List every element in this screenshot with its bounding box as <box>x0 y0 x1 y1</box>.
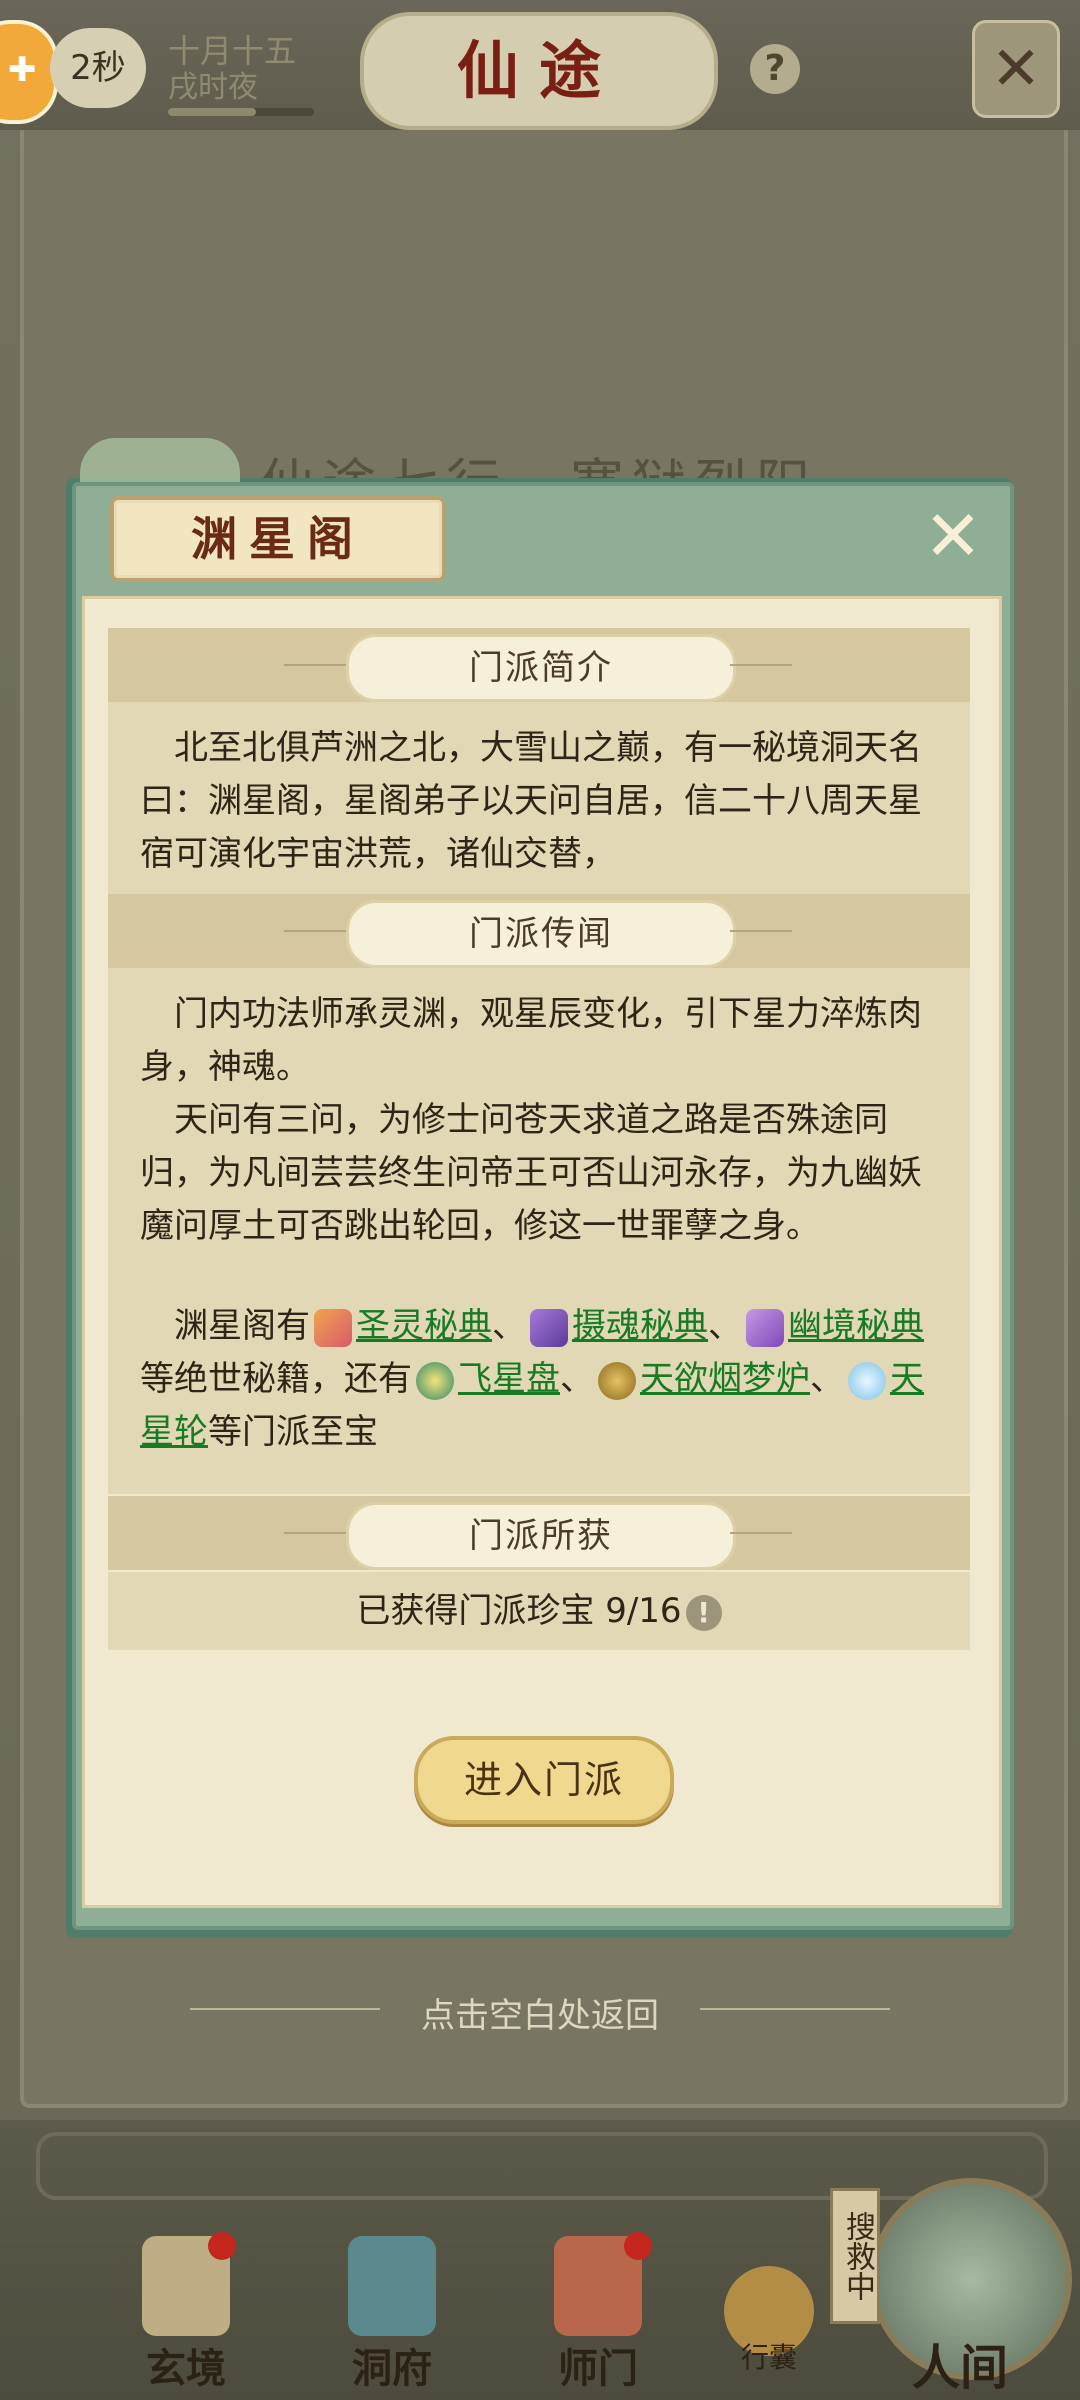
time-text: 戌时夜 <box>168 70 258 105</box>
modal-title-plate: 渊星阁 <box>110 496 446 582</box>
modal-title: 渊星阁 <box>191 512 365 566</box>
book-icon <box>530 1308 568 1347</box>
enter-sect-button[interactable]: 进入门派 <box>414 1736 674 1824</box>
lore-paragraph-1: 门内功法师承灵渊，观星辰变化，引下星力淬炼肉身，神魂。 <box>140 994 922 1087</box>
world-label: 人间 <box>911 2340 1008 2396</box>
separator: 、 <box>560 1359 594 1399</box>
divider-line <box>730 1532 792 1534</box>
separator: 、 <box>810 1359 844 1399</box>
lore-text: 渊星阁有 <box>174 1306 310 1346</box>
treasure-link[interactable]: 摄魂秘典 <box>572 1306 708 1346</box>
enter-sect-label: 进入门派 <box>463 1758 624 1802</box>
section-header-intro: 门派简介 <box>108 628 970 702</box>
section-title: 门派传闻 <box>469 914 613 954</box>
time-progress-bar <box>168 108 314 116</box>
top-close-button[interactable]: ✕ <box>972 20 1060 118</box>
close-icon: ✕ <box>990 34 1042 104</box>
bag-button[interactable]: 行囊 <box>716 2266 822 2396</box>
help-button[interactable]: ? <box>750 44 800 94</box>
world-button[interactable]: 搜救中 人间 <box>830 2168 1072 2400</box>
gamepad-icon: ✚ <box>8 50 37 90</box>
treasure-link[interactable]: 圣灵秘典 <box>356 1306 492 1346</box>
pavilion-icon <box>348 2236 436 2336</box>
separator: 、 <box>492 1306 526 1346</box>
nav-item-xuanjing[interactable]: 玄境 <box>116 2232 256 2400</box>
star-disc-icon <box>416 1361 454 1400</box>
lore-paragraph-2: 天问有三问，为修士问苍天求道之路是否殊途同归，为凡间芸芸终生问帝王可否山河永存，… <box>140 1100 922 1246</box>
divider-line <box>284 664 346 666</box>
treasure-link[interactable]: 飞星盘 <box>458 1359 560 1399</box>
close-icon: ✕ <box>923 495 983 577</box>
divider-line <box>730 930 792 932</box>
section-header-lore: 门派传闻 <box>108 894 970 968</box>
divider-line <box>284 1532 346 1534</box>
divider-line <box>700 2008 890 2010</box>
divider-line <box>730 664 792 666</box>
treasure-count: 已获得门派珍宝 9/16! <box>108 1572 970 1650</box>
lore-text: 等绝世秘籍，还有 <box>140 1359 412 1399</box>
page-title: 仙途 <box>456 34 621 107</box>
notification-badge <box>624 2232 652 2260</box>
nav-label: 师门 <box>558 2345 638 2392</box>
nav-item-dongfu[interactable]: 洞府 <box>322 2236 462 2400</box>
section-pill: 门派简介 <box>346 634 736 702</box>
treasure-count-text: 已获得门派珍宝 9/16 <box>356 1591 682 1631</box>
info-icon[interactable]: ! <box>685 1594 722 1631</box>
nav-item-shimen[interactable]: 师门 <box>528 2232 668 2400</box>
scroll-icon <box>314 1308 352 1347</box>
lore-text: 等门派至宝 <box>208 1412 378 1452</box>
tap-blank-to-return-hint[interactable]: 点击空白处返回 <box>0 1988 1080 2037</box>
timer-badge: 2秒 <box>50 28 146 108</box>
section-title: 门派简介 <box>469 648 613 688</box>
section-title: 门派所获 <box>469 1516 613 1556</box>
rescue-status-tag: 搜救中 <box>830 2188 880 2324</box>
separator: 、 <box>708 1306 742 1346</box>
intro-text: 北至北俱芦洲之北，大雪山之巅，有一秘境洞天名曰：渊星阁，星阁弟子以天问自居，信二… <box>140 728 922 874</box>
section-pill: 门派传闻 <box>346 900 736 968</box>
modal-close-button[interactable]: ✕ <box>908 496 998 576</box>
section-pill: 门派所获 <box>346 1502 736 1570</box>
time-progress-fill <box>168 108 256 116</box>
bag-label: 行囊 <box>740 2341 797 2374</box>
nav-label: 洞府 <box>352 2345 432 2392</box>
treasure-link[interactable]: 天欲烟梦炉 <box>640 1359 810 1399</box>
nav-label: 玄境 <box>146 2345 226 2392</box>
divider-line <box>284 930 346 932</box>
censer-icon <box>598 1361 636 1400</box>
treasure-link[interactable]: 幽境秘典 <box>788 1306 924 1346</box>
notification-badge <box>208 2232 236 2260</box>
tome-icon <box>746 1308 784 1347</box>
lore-paragraph-3: 渊星阁有 圣灵秘典、 摄魂秘典、 幽境秘典等绝世秘籍，还有 飞星盘、 天欲烟梦炉、 天星轮等… <box>140 1300 940 1459</box>
section-header-gains: 门派所获 <box>108 1496 970 1570</box>
page-title-plate: 仙途 <box>360 12 718 130</box>
star-wheel-icon <box>848 1361 886 1400</box>
